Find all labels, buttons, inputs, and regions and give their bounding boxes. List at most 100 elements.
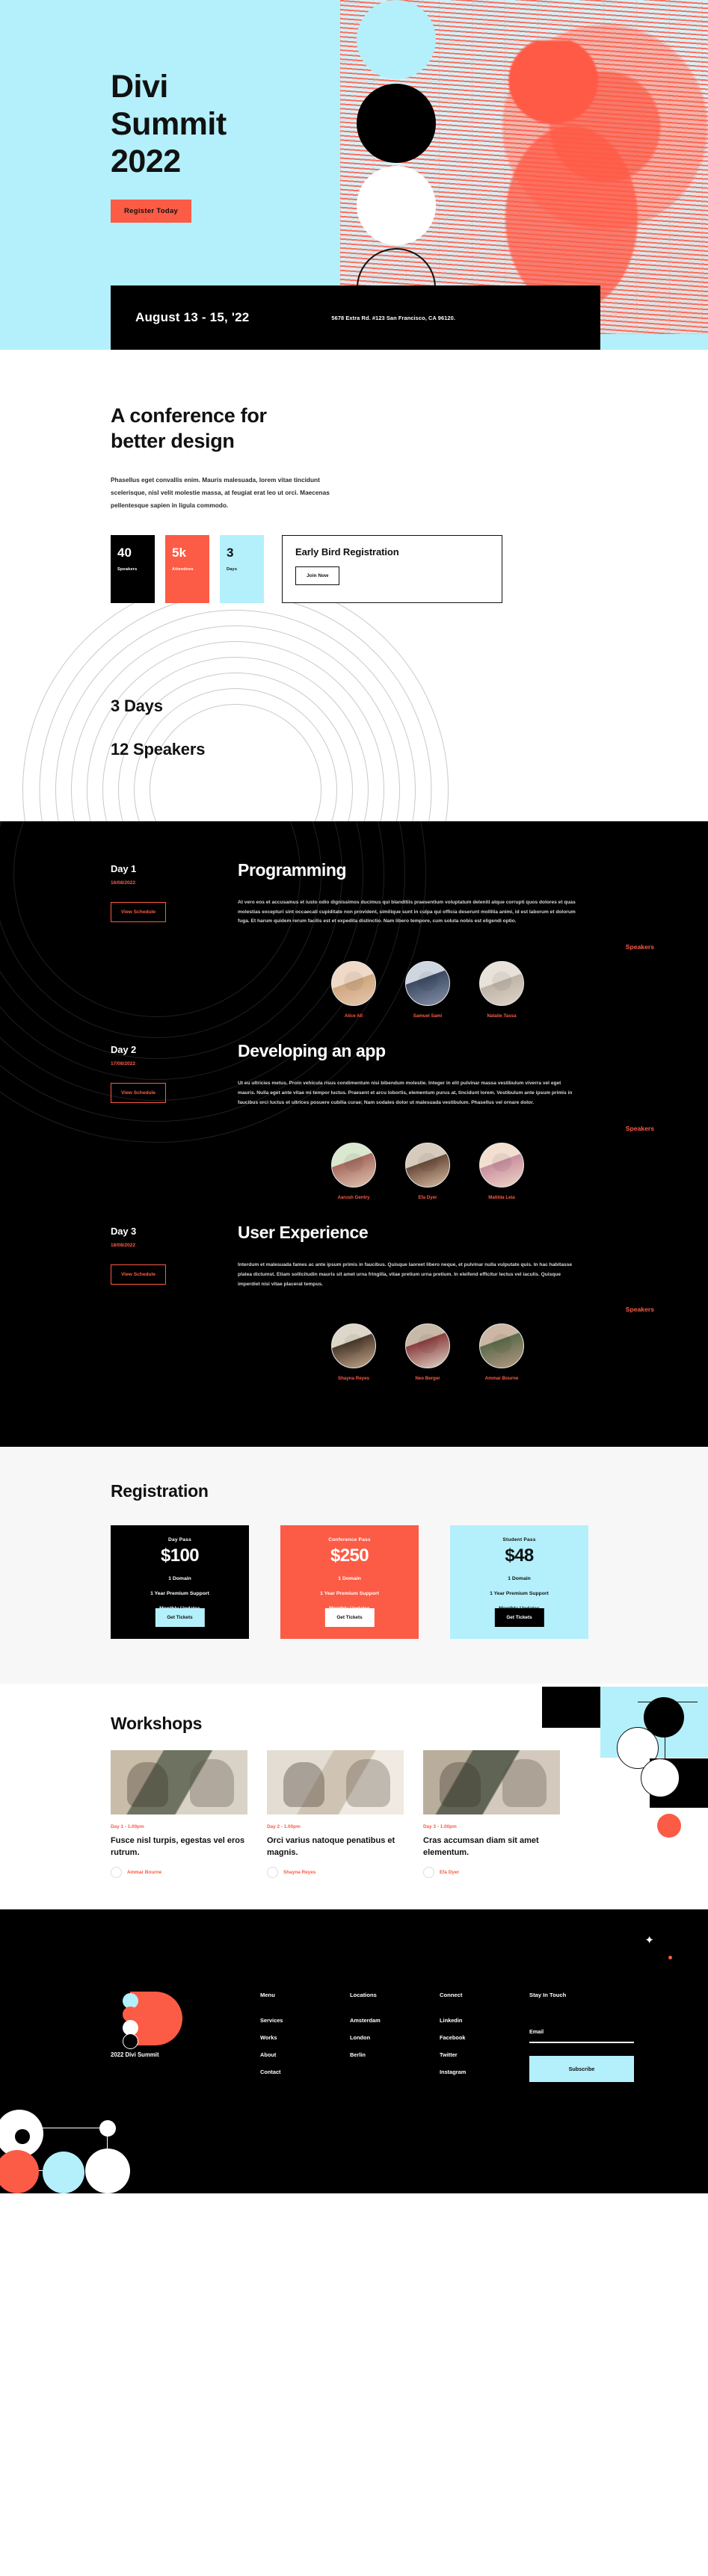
footer-link-berlin[interactable]: Berlin: [350, 2051, 440, 2058]
avatar: [331, 1142, 376, 1187]
speaker-name: Matilda Leia: [488, 1194, 515, 1200]
footer-brand: 2022 Divi Summit: [111, 1992, 260, 2086]
site-footer: ✦ 2022 Divi Summit Menu Services Works A…: [0, 1909, 708, 2194]
speaker-card[interactable]: Neo Berger: [405, 1323, 450, 1381]
footer-link-amsterdam[interactable]: Amsterdam: [350, 2017, 440, 2024]
footer-column-locations: Locations Amsterdam London Berlin: [350, 1992, 440, 2086]
workshop-author-name: Ammar Bourne: [127, 1870, 162, 1876]
footer-link-london[interactable]: London: [350, 2034, 440, 2041]
speaker-name: Natalie Tassa: [487, 1013, 517, 1019]
footer-brand-name: 2022 Divi Summit: [111, 2051, 159, 2059]
stat-label: Attendees: [172, 566, 194, 572]
speaker-card[interactable]: Efa Dyer: [405, 1142, 450, 1200]
landing-page: Divi Summit 2022 Register Today August 1…: [0, 0, 708, 2576]
workshop-thumbnail: [423, 1750, 560, 1815]
plan-name: Student Pass: [502, 1537, 536, 1543]
plan-feature: 1 Year Premium Support: [150, 1591, 209, 1597]
stat-card-speakers: 40 Speakers: [111, 534, 155, 603]
speakers-heading: Speakers: [625, 1306, 654, 1314]
conference-heading-line-2: better design: [111, 429, 235, 452]
page-title: Divi Summit 2022: [111, 69, 335, 181]
footer-link-works[interactable]: Works: [260, 2034, 350, 2041]
view-schedule-button[interactable]: View Schedule: [111, 1264, 167, 1285]
day-block-1: Day 1 16/08/2022 View Schedule Programmi…: [0, 860, 708, 1019]
speaker-name: Alice Ali: [344, 1013, 363, 1019]
join-now-button[interactable]: Join Now: [295, 566, 340, 585]
workshop-author: Shayna Reyes: [267, 1867, 404, 1879]
event-date-bar: August 13 - 15, '22 5678 Extra Rd. #123 …: [111, 285, 600, 350]
subscribe-button[interactable]: Subscribe: [529, 2056, 634, 2083]
workshop-card[interactable]: Day 1 - 1.00pm Fusce nisl turpis, egesta…: [111, 1750, 247, 1879]
day-description: At vero eos et accusamus et iusto odio d…: [238, 899, 576, 924]
day-date: 18/08/2022: [111, 1242, 136, 1248]
workshop-time: Day 1 - 1.00pm: [111, 1824, 144, 1830]
pricing-card-student-pass: Student Pass $48 1 Domain 1 Year Premium…: [450, 1525, 588, 1640]
pricing-card-conference-pass: Conference Pass $250 1 Domain 1 Year Pre…: [280, 1525, 419, 1640]
circle-cyan: [357, 0, 436, 79]
footer-column-heading: Locations: [350, 1992, 377, 1999]
footer-column-menu: Menu Services Works About Contact: [260, 1992, 350, 2086]
footer-link-about[interactable]: About: [260, 2051, 350, 2058]
deco-circle-inner-black: [15, 2129, 30, 2145]
plan-name: Day Pass: [168, 1537, 191, 1543]
speaker-card[interactable]: Alice Ali: [331, 961, 376, 1019]
avatar: [423, 1867, 434, 1879]
speaker-card[interactable]: Shayna Reyes: [331, 1323, 376, 1381]
stat-label: Speakers: [117, 566, 138, 572]
deco-circle-small-white: [99, 2120, 116, 2137]
workshop-cards-row: Day 1 - 1.00pm Fusce nisl turpis, egesta…: [111, 1750, 708, 1879]
plan-price: $250: [330, 1545, 369, 1566]
speaker-card[interactable]: Ammar Bourne: [479, 1323, 524, 1381]
speakers-count-label: 12 Speakers: [111, 739, 206, 759]
speakers-row: Shayna Reyes Neo Berger Ammar Bourne: [331, 1323, 708, 1381]
footer-link-contact[interactable]: Contact: [260, 2069, 350, 2075]
stat-card-days: 3 Days: [220, 534, 264, 603]
speaker-card[interactable]: Natalie Tassa: [479, 961, 524, 1019]
get-tickets-button[interactable]: Get Tickets: [155, 1608, 205, 1628]
hero-title-line-2: Summit: [111, 105, 227, 142]
workshop-card[interactable]: Day 2 - 1.00pm Orci varius natoque penat…: [267, 1750, 404, 1879]
deco-circle-cyan: [43, 2152, 84, 2194]
speaker-card[interactable]: Samuel Sami: [405, 961, 450, 1019]
workshops-heading: Workshops: [111, 1714, 203, 1734]
speaker-card[interactable]: Aarush Gentry: [331, 1142, 376, 1200]
get-tickets-button[interactable]: Get Tickets: [494, 1608, 544, 1628]
view-schedule-button[interactable]: View Schedule: [111, 901, 167, 922]
avatar: [331, 1323, 376, 1369]
day-title: Developing an app: [238, 1041, 386, 1061]
newsletter-heading: Stay In Touch: [529, 1992, 567, 1999]
footer-link-instagram[interactable]: Instagram: [440, 2069, 529, 2075]
workshop-time: Day 2 - 1.00pm: [267, 1824, 301, 1830]
hero-title-line-3: 2022: [111, 143, 181, 179]
workshop-card[interactable]: Day 3 - 1.00pm Cras accumsan diam sit am…: [423, 1750, 560, 1879]
footer-link-facebook[interactable]: Facebook: [440, 2034, 529, 2041]
conference-paragraph: Phasellus eget convallis enim. Mauris ma…: [111, 475, 330, 510]
workshop-author-name: Shayna Reyes: [283, 1870, 316, 1876]
day-row: Day 1 16/08/2022 View Schedule Programmi…: [0, 860, 708, 927]
day-title: User Experience: [238, 1222, 369, 1242]
stat-value: 40: [117, 545, 132, 560]
deco-circle-white-2: [85, 2149, 130, 2194]
logo-icon: [111, 1992, 185, 2050]
circle-white: [357, 166, 436, 245]
concentric-rings-graphic: [22, 602, 449, 821]
day-block-2: Day 2 17/08/2022 View Schedule Developin…: [0, 1041, 708, 1200]
footer-link-linkedin[interactable]: Linkedin: [440, 2017, 529, 2024]
day-meta: Day 3 18/08/2022 View Schedule: [111, 1223, 189, 1290]
workshops-section: Workshops Day 1 - 1.00pm Fusce nisl turp…: [0, 1684, 708, 1910]
day-block-3: Day 3 18/08/2022 View Schedule User Expe…: [0, 1223, 708, 1381]
plan-price: $48: [505, 1545, 534, 1566]
footer-link-services[interactable]: Services: [260, 2017, 350, 2024]
hero-section: Divi Summit 2022 Register Today August 1…: [0, 0, 708, 350]
footer-link-twitter[interactable]: Twitter: [440, 2051, 529, 2058]
registration-heading: Registration: [111, 1481, 209, 1501]
speaker-card[interactable]: Matilda Leia: [479, 1142, 524, 1200]
get-tickets-button[interactable]: Get Tickets: [324, 1608, 375, 1628]
day-content: User Experience Interdum et malesuada fa…: [189, 1223, 582, 1290]
plan-feature: 1 Year Premium Support: [320, 1591, 379, 1597]
circle-black: [357, 84, 436, 163]
register-today-button[interactable]: Register Today: [111, 200, 192, 223]
day-number: Day 1: [111, 862, 137, 874]
workshop-title: Fusce nisl turpis, egestas vel eros rutr…: [111, 1836, 245, 1857]
view-schedule-button[interactable]: View Schedule: [111, 1083, 167, 1104]
